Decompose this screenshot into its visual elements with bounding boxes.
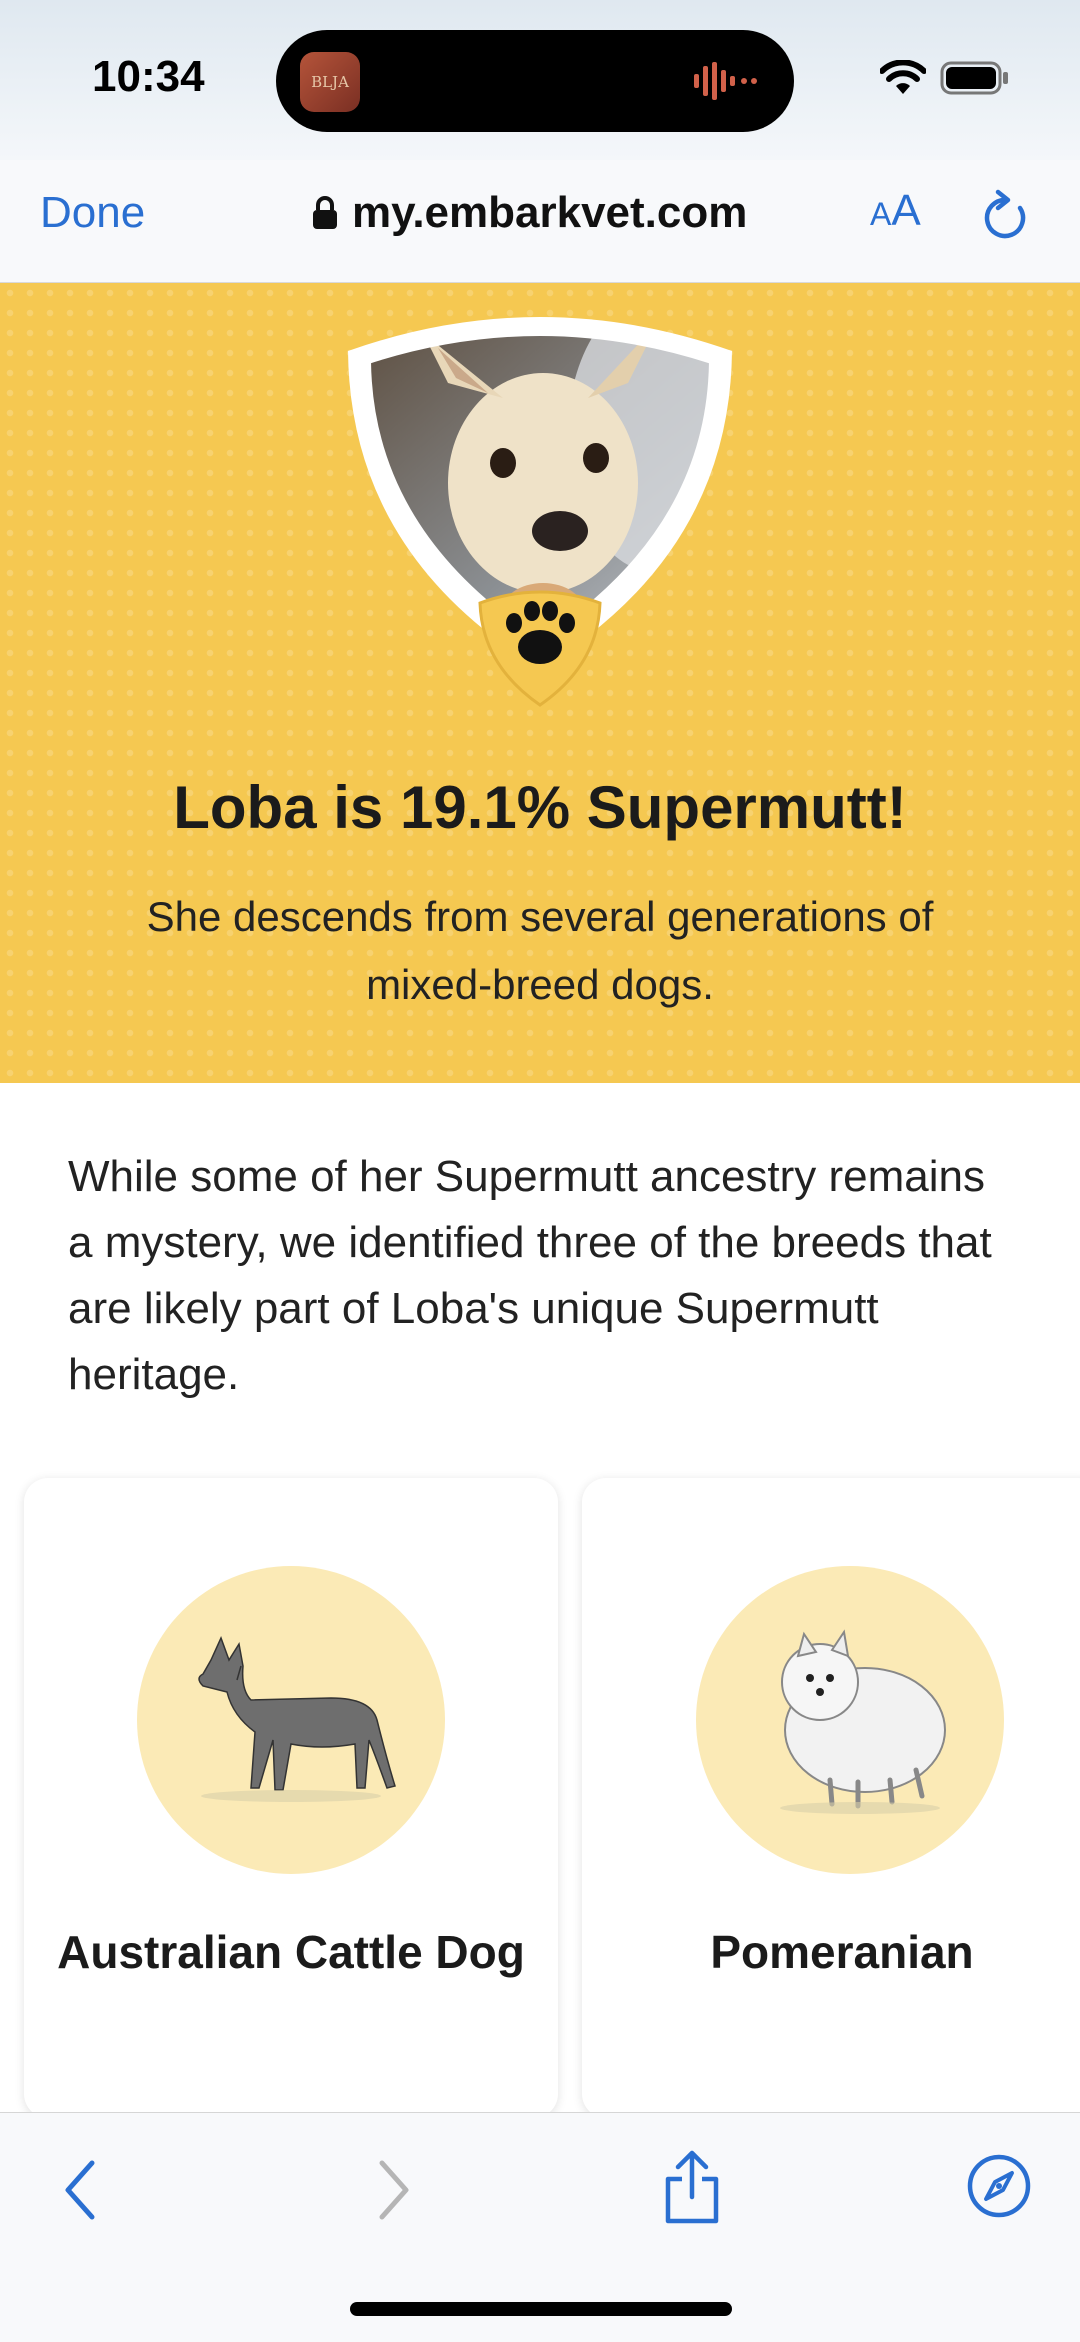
- status-bar: 10:34 BLJA: [0, 0, 1080, 160]
- done-button[interactable]: Done: [40, 188, 145, 238]
- forward-chevron-icon[interactable]: [372, 2155, 416, 2225]
- now-playing-app-icon: BLJA: [300, 52, 360, 112]
- breed-card[interactable]: Pomeranian: [582, 1478, 1080, 2118]
- compass-icon[interactable]: [966, 2153, 1032, 2219]
- dog-photo-badge: [348, 317, 732, 707]
- breed-name: Australian Cattle Dog: [57, 1926, 525, 1978]
- supermutt-title: Loba is 19.1% Supermutt!: [173, 774, 907, 841]
- breed-image-circle: [696, 1566, 1004, 1874]
- url-text: my.embarkvet.com: [352, 188, 748, 237]
- status-time: 10:34: [92, 52, 205, 101]
- share-icon[interactable]: [662, 2147, 722, 2227]
- lock-icon: [313, 196, 337, 229]
- supermutt-hero: Loba is 19.1% Supermutt! She descends fr…: [0, 283, 1080, 1083]
- text-size-button[interactable]: AA: [870, 186, 921, 236]
- text-size-large-a: A: [891, 186, 921, 235]
- pomeranian-illustration: [780, 1629, 946, 1814]
- dynamic-island: BLJA: [276, 30, 794, 132]
- address-field[interactable]: my.embarkvet.com: [312, 188, 747, 238]
- back-chevron-icon[interactable]: [58, 2155, 102, 2225]
- home-indicator: [350, 2302, 732, 2316]
- status-icons: [880, 60, 1010, 96]
- audio-waveform-icon: [694, 62, 757, 100]
- reload-icon[interactable]: [980, 188, 1032, 244]
- text-size-small-a: A: [870, 196, 892, 232]
- breed-name: Pomeranian: [710, 1926, 974, 1978]
- browser-url-bar: Done my.embarkvet.com AA: [0, 160, 1080, 283]
- australian-cattle-dog-illustration: [198, 1636, 396, 1802]
- supermutt-subtitle: She descends from several generations of…: [146, 893, 934, 1008]
- breed-card[interactable]: Australian Cattle Dog: [24, 1478, 558, 2118]
- wifi-icon: [880, 60, 926, 94]
- breed-image-circle: [137, 1566, 445, 1874]
- battery-icon: [940, 61, 1008, 95]
- supermutt-description: While some of her Supermutt ancestry rem…: [68, 1152, 992, 1399]
